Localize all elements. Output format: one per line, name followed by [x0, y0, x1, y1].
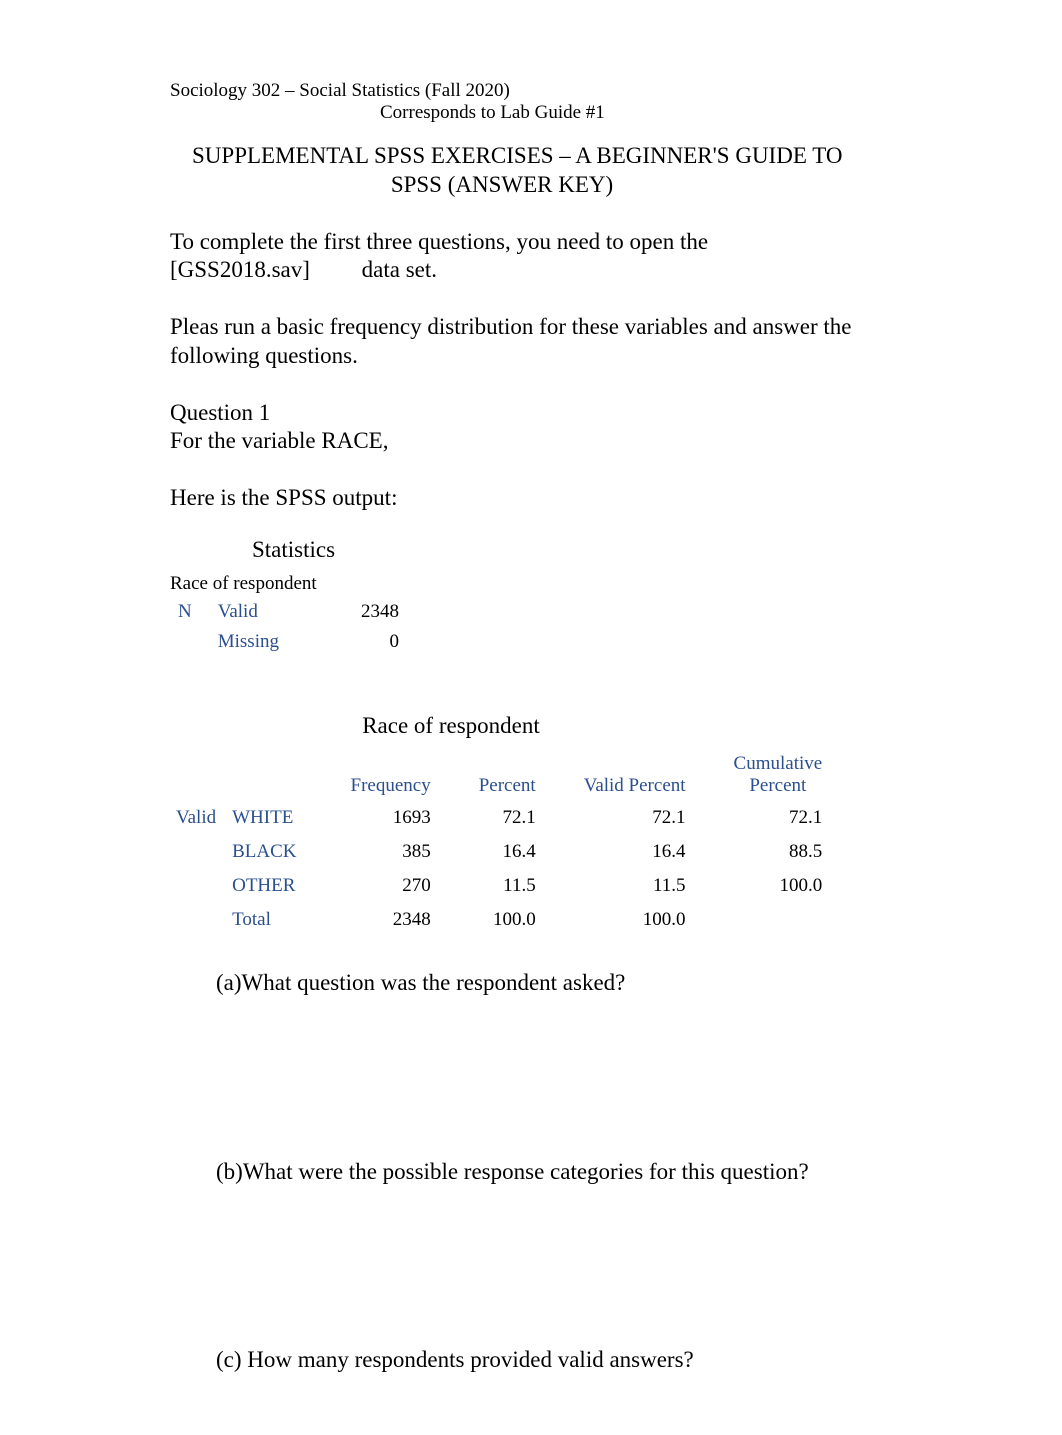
- title-line-1: SUPPLEMENTAL SPSS EXERCISES – A BEGINNER…: [192, 143, 842, 168]
- statistics-table: N Valid 2348 Missing 0: [170, 597, 415, 657]
- statistics-block: Statistics Race of respondent N Valid 23…: [170, 537, 892, 657]
- n-label: N: [170, 597, 218, 657]
- stat-value: 0: [339, 627, 415, 657]
- stat-label: Missing: [218, 627, 339, 657]
- lab-guide-header: Corresponds to Lab Guide #1: [170, 102, 892, 124]
- row-label: WHITE: [232, 801, 326, 835]
- intro-paragraph-2: Pleas run a basic frequency distribution…: [170, 313, 892, 371]
- cell-valid-percent: 72.1: [560, 801, 710, 835]
- question-1-text: For the variable RACE,: [170, 428, 388, 453]
- valid-side-label: Valid: [170, 801, 232, 937]
- question-a: (a)What question was the respondent aske…: [216, 969, 892, 998]
- row-label: OTHER: [232, 869, 326, 903]
- table-row: Valid WHITE 1693 72.1 72.1 72.1: [170, 801, 846, 835]
- question-c: (c) How many respondents provided valid …: [216, 1346, 892, 1375]
- frequency-table: Frequency Percent Valid Percent Cumulati…: [170, 749, 846, 937]
- table-row: BLACK 385 16.4 16.4 88.5: [170, 835, 846, 869]
- cell-valid-percent: 11.5: [560, 869, 710, 903]
- table-row: N Valid 2348: [170, 597, 415, 627]
- cell-percent: 100.0: [455, 903, 560, 937]
- document-page: Sociology 302 – Social Statistics (Fall …: [0, 0, 1062, 1435]
- cell-frequency: 2348: [327, 903, 455, 937]
- cell-frequency: 385: [327, 835, 455, 869]
- cell-frequency: 270: [327, 869, 455, 903]
- cumulative-bottom: Percent: [749, 775, 806, 796]
- frequency-title: Race of respondent: [170, 713, 892, 739]
- statistics-caption: Race of respondent: [170, 573, 892, 595]
- col-cumulative: Cumulative Percent: [710, 749, 847, 801]
- question-b: (b)What were the possible response categ…: [216, 1158, 892, 1187]
- cell-cumulative: 88.5: [710, 835, 847, 869]
- stat-label: Valid: [218, 597, 339, 627]
- spss-output-label: Here is the SPSS output:: [170, 484, 892, 513]
- intro-text-1a: To complete the first three questions, y…: [170, 229, 708, 254]
- cell-cumulative: 72.1: [710, 801, 847, 835]
- intro-text-1b: data set.: [362, 257, 437, 282]
- cell-frequency: 1693: [327, 801, 455, 835]
- question-1-block: Question 1 For the variable RACE,: [170, 399, 892, 457]
- cumulative-top: Cumulative: [734, 753, 823, 774]
- intro-paragraph-1: To complete the first three questions, y…: [170, 228, 892, 286]
- table-row: OTHER 270 11.5 11.5 100.0: [170, 869, 846, 903]
- question-1-label: Question 1: [170, 400, 270, 425]
- row-label: Total: [232, 903, 326, 937]
- cell-percent: 16.4: [455, 835, 560, 869]
- col-valid-percent: Valid Percent: [560, 749, 710, 801]
- stat-value: 2348: [339, 597, 415, 627]
- dataset-name: [GSS2018.sav]: [170, 256, 310, 285]
- course-header: Sociology 302 – Social Statistics (Fall …: [170, 80, 892, 102]
- cell-cumulative: [710, 903, 847, 937]
- col-frequency: Frequency: [327, 749, 455, 801]
- frequency-block: Race of respondent Frequency Percent Val…: [170, 713, 892, 937]
- row-label: BLACK: [232, 835, 326, 869]
- cell-percent: 11.5: [455, 869, 560, 903]
- statistics-title: Statistics: [170, 537, 892, 563]
- cell-valid-percent: 16.4: [560, 835, 710, 869]
- table-header-row: Frequency Percent Valid Percent Cumulati…: [170, 749, 846, 801]
- questions-block: (a)What question was the respondent aske…: [170, 969, 892, 1375]
- document-title: SUPPLEMENTAL SPSS EXERCISES – A BEGINNER…: [170, 142, 892, 200]
- cell-cumulative: 100.0: [710, 869, 847, 903]
- cell-percent: 72.1: [455, 801, 560, 835]
- cell-valid-percent: 100.0: [560, 903, 710, 937]
- title-line-2: SPSS (ANSWER KEY): [192, 171, 892, 200]
- table-row: Total 2348 100.0 100.0: [170, 903, 846, 937]
- col-percent: Percent: [455, 749, 560, 801]
